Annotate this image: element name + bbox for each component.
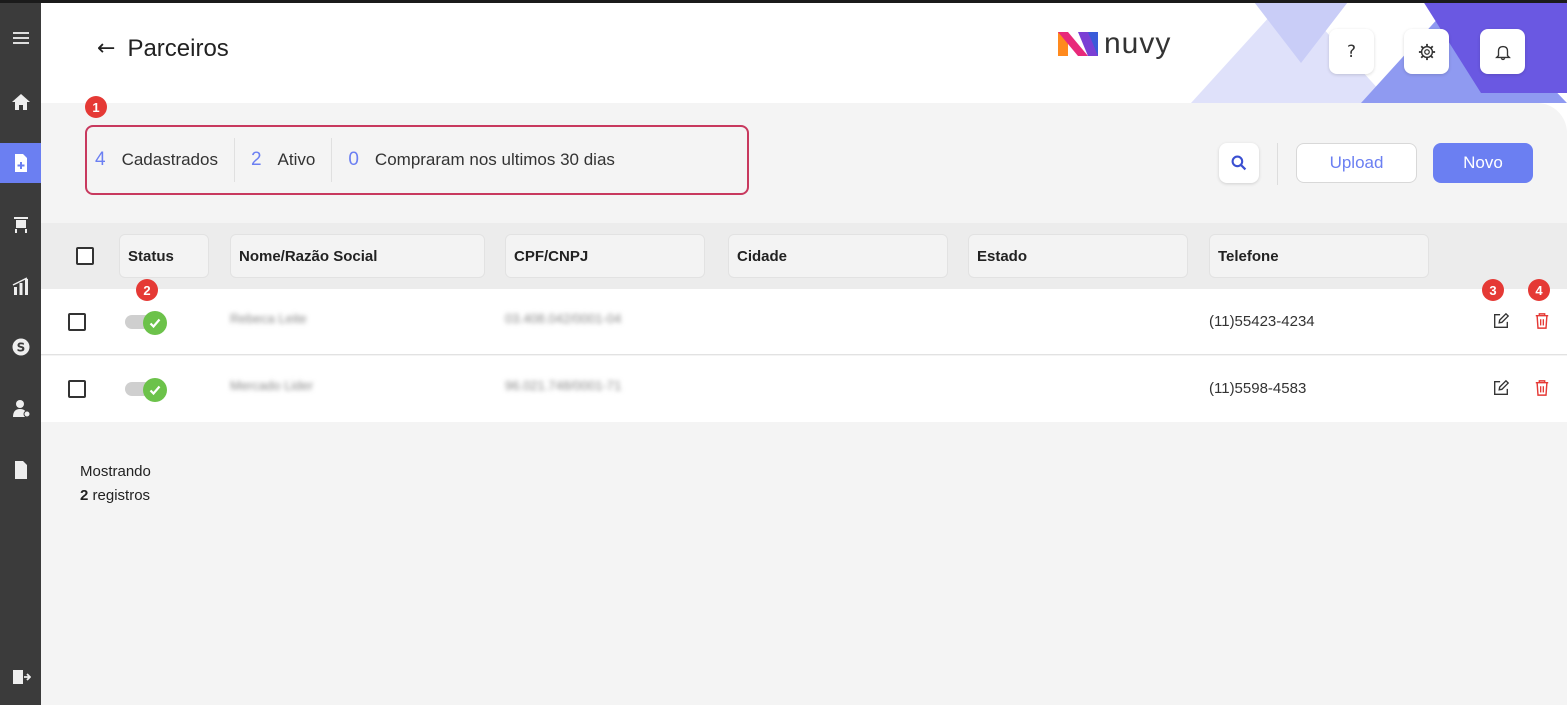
title-area: ← Parceiros bbox=[97, 35, 229, 63]
summary-registered-count: 4 bbox=[95, 149, 106, 170]
summary-box: 4 Cadastrados 2 Ativo 0 Compraram nos ul… bbox=[85, 125, 749, 195]
delete-icon[interactable] bbox=[1532, 378, 1552, 398]
summary-bought-count: 0 bbox=[348, 149, 359, 170]
records-count: 2 bbox=[80, 487, 89, 504]
settings-button[interactable] bbox=[1404, 29, 1449, 74]
delete-icon[interactable] bbox=[1532, 311, 1552, 331]
table-row: Mercado Lider 96.021.748/0001-71 (11)559… bbox=[41, 356, 1567, 422]
column-city[interactable]: Cidade bbox=[728, 234, 948, 278]
new-button[interactable]: Novo bbox=[1433, 143, 1533, 183]
row-checkbox[interactable] bbox=[68, 380, 86, 398]
notifications-button[interactable] bbox=[1480, 29, 1525, 74]
table-row: Rebeca Leite 03.408.042/0001-04 (11)5542… bbox=[41, 289, 1567, 355]
row-checkbox[interactable] bbox=[68, 313, 86, 331]
summary-registered-label: Cadastrados bbox=[121, 150, 218, 169]
status-toggle[interactable] bbox=[125, 378, 167, 402]
summary-bought-label: Compraram nos ultimos 30 dias bbox=[374, 150, 615, 169]
menu-icon[interactable] bbox=[0, 18, 41, 58]
logo: nuvy bbox=[1056, 27, 1171, 61]
callout-badge-1: 1 bbox=[85, 96, 107, 118]
home-icon[interactable] bbox=[0, 82, 41, 122]
column-cpf[interactable]: CPF/CNPJ bbox=[505, 234, 705, 278]
records-count-line: 2 registros bbox=[80, 484, 151, 508]
callout-badge-2: 2 bbox=[136, 279, 158, 301]
summary-registered: 4 Cadastrados bbox=[95, 138, 235, 182]
page-title: Parceiros bbox=[127, 35, 229, 62]
logout-icon[interactable] bbox=[0, 657, 41, 697]
edit-icon[interactable] bbox=[1491, 378, 1511, 398]
back-arrow-icon[interactable]: ← bbox=[97, 38, 115, 60]
search-button[interactable] bbox=[1219, 143, 1259, 183]
header: ← Parceiros nuvy ? bbox=[41, 3, 1567, 103]
nuvy-logo-icon bbox=[1058, 32, 1098, 56]
partner-cpf: 96.021.748/0001-71 bbox=[505, 378, 622, 393]
help-button[interactable]: ? bbox=[1329, 29, 1374, 74]
gear-icon bbox=[1418, 43, 1435, 60]
edit-icon[interactable] bbox=[1491, 311, 1511, 331]
toolbar-divider bbox=[1277, 143, 1278, 185]
dollar-coin-icon[interactable]: S bbox=[0, 327, 41, 367]
status-toggle[interactable] bbox=[125, 311, 167, 335]
summary-active-count: 2 bbox=[250, 149, 262, 170]
sidebar: S bbox=[0, 0, 41, 705]
top-edge bbox=[0, 0, 1567, 3]
logo-text: nuvy bbox=[1104, 27, 1172, 60]
document-icon[interactable] bbox=[0, 450, 41, 490]
partner-phone: (11)55423-4234 bbox=[1209, 313, 1315, 330]
summary-active-label: Ativo bbox=[277, 150, 316, 169]
partner-name: Mercado Lider bbox=[230, 378, 314, 393]
summary-active: 2 Ativo bbox=[250, 138, 333, 182]
user-money-icon[interactable] bbox=[0, 388, 41, 428]
check-icon bbox=[143, 311, 167, 335]
sales-chart-icon[interactable] bbox=[0, 266, 41, 306]
add-document-icon[interactable] bbox=[0, 143, 41, 183]
callout-badge-3: 3 bbox=[1482, 279, 1504, 301]
showing-label: Mostrando bbox=[80, 463, 151, 480]
callout-badge-4: 4 bbox=[1528, 279, 1550, 301]
cart-icon[interactable] bbox=[0, 204, 41, 244]
bell-icon bbox=[1494, 45, 1511, 60]
search-icon bbox=[1231, 155, 1247, 171]
main-panel: 1 4 Cadastrados 2 Ativo 0 Compraram nos … bbox=[41, 96, 1567, 705]
column-name[interactable]: Nome/Razão Social bbox=[230, 234, 485, 278]
column-state[interactable]: Estado bbox=[968, 234, 1188, 278]
check-icon bbox=[143, 378, 167, 402]
partner-phone: (11)5598-4583 bbox=[1209, 380, 1307, 397]
table-header: Status Nome/Razão Social CPF/CNPJ Cidade… bbox=[41, 223, 1567, 289]
records-label: registros bbox=[92, 487, 151, 504]
select-all-checkbox[interactable] bbox=[76, 247, 94, 265]
column-status[interactable]: Status bbox=[119, 234, 209, 278]
summary-bought: 0 Compraram nos ultimos 30 dias bbox=[348, 138, 631, 182]
records-info: Mostrando 2 registros bbox=[80, 460, 151, 508]
column-phone[interactable]: Telefone bbox=[1209, 234, 1429, 278]
upload-button[interactable]: Upload bbox=[1296, 143, 1417, 183]
help-icon: ? bbox=[1346, 41, 1357, 62]
partner-name: Rebeca Leite bbox=[230, 311, 307, 326]
svg-text:S: S bbox=[16, 341, 25, 355]
partner-cpf: 03.408.042/0001-04 bbox=[505, 311, 622, 326]
